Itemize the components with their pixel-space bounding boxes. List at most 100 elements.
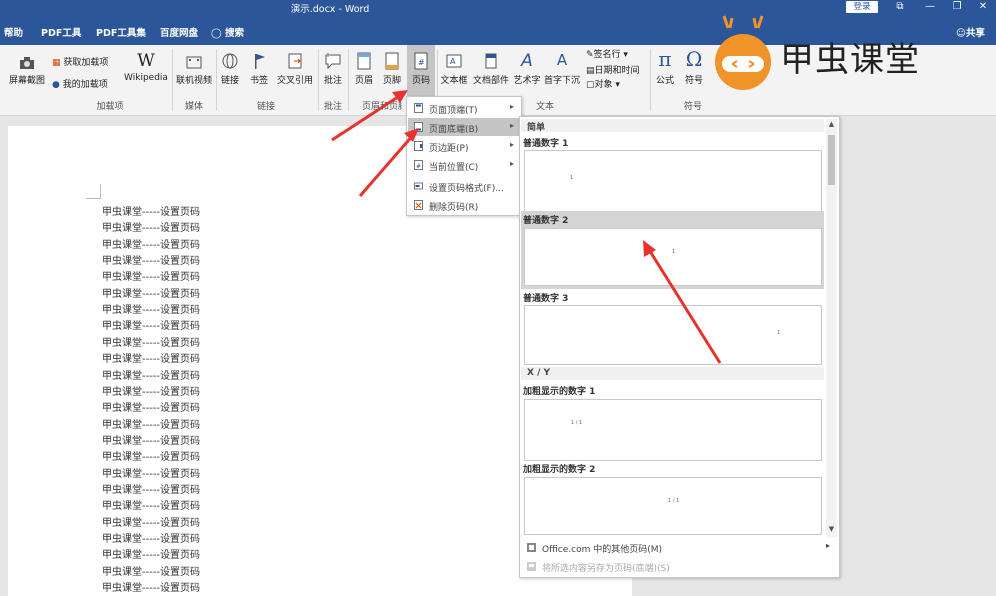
header-button[interactable]: 页眉 (352, 51, 376, 86)
document-line: 甲虫课堂-----设置页码 (102, 305, 201, 317)
page-number-sample: 1 (777, 330, 781, 336)
datetime-button[interactable]: ▤日期和时间 (586, 63, 640, 76)
screenshot-button[interactable]: 屏幕截图 (4, 51, 50, 86)
cross-reference-button[interactable]: 交叉引用 (274, 51, 316, 86)
menu-item-page-margins[interactable]: 页边距(P) ▸ (408, 137, 520, 155)
dropcap-button[interactable]: A 首字下沉 (543, 51, 581, 86)
menu-item-format-page-numbers[interactable]: 设置页码格式(F)... (408, 177, 520, 195)
tab-baidu-netdisk[interactable]: 百度网盘 (160, 25, 198, 39)
header-icon (357, 52, 371, 70)
my-addins-label: 我的加载项 (62, 80, 108, 90)
symbol-label: 符号 (684, 76, 703, 86)
film-icon (186, 56, 202, 69)
wordart-icon: A (521, 51, 533, 71)
menu-item-current-position[interactable]: # 当前位置(C) ▸ (408, 156, 520, 174)
gallery-item-title: 加粗显示的数字 2 (523, 465, 596, 475)
close-icon[interactable]: ✕ (968, 0, 996, 15)
person-icon: ☺ (956, 28, 966, 39)
comment-button[interactable]: 批注 (320, 51, 346, 86)
tab-pdf-tools[interactable]: PDF工具 (41, 25, 81, 39)
group-label-addins: 加载项 (96, 102, 124, 112)
page-margin-icon (414, 141, 423, 151)
signature-icon: ✎ (586, 50, 594, 60)
tab-help[interactable]: 帮助 (4, 25, 23, 39)
header-label: 页眉 (354, 76, 373, 86)
svg-text:#: # (416, 163, 421, 170)
get-addins-button[interactable]: ▦ 获取加载项 (52, 55, 108, 68)
wikipedia-label: Wikipedia (124, 73, 168, 83)
menu-item-top-of-page[interactable]: 页面顶端(T) ▸ (408, 99, 520, 117)
wikipedia-icon: W (137, 51, 155, 71)
more-page-numbers-office[interactable]: Office.com 中的其他页码(M) ▸ (522, 538, 836, 557)
login-button[interactable]: 登录 (846, 1, 878, 13)
gallery-scrollbar[interactable]: ▲ ▼ (826, 119, 837, 537)
group-label-symbols: 符号 (683, 102, 702, 112)
gallery-item-plain-number-3[interactable]: 1 (524, 305, 822, 365)
lightbulb-icon: ◯ (211, 28, 222, 39)
store-icon: ▦ (52, 58, 61, 68)
addins-icon: ● (52, 80, 60, 90)
object-label: 对象 (594, 80, 613, 90)
globe-link-icon (222, 53, 238, 69)
document-line: 甲虫课堂-----设置页码 (102, 435, 201, 447)
watermark-logo: 甲虫课堂 (710, 14, 930, 94)
symbol-button[interactable]: Ω 符号 (681, 47, 707, 86)
object-button[interactable]: ▢对象 ▾ (586, 77, 620, 90)
save-selection-to-gallery: 将所选内容另存为页码(底端)(S) (522, 557, 836, 576)
calendar-icon: ▤ (586, 66, 595, 76)
document-line: 甲虫课堂-----设置页码 (102, 534, 201, 545)
document-line: 甲虫课堂-----设置页码 (102, 452, 201, 464)
scroll-up-icon[interactable]: ▲ (828, 120, 835, 128)
gallery-item-bold-number-1[interactable]: 1 / 1 (524, 399, 822, 461)
wikipedia-button[interactable]: W Wikipedia (122, 51, 170, 83)
online-video-button[interactable]: 联机视频 (174, 51, 214, 86)
menu-item-bottom-of-page[interactable]: 页面底端(B) ▸ (408, 118, 520, 136)
document-line: 甲虫课堂-----设置页码 (102, 550, 201, 562)
search-tab[interactable]: ◯ 搜索 (211, 25, 244, 39)
page-number-label: 页码 (411, 76, 430, 86)
gallery-item-title: 普通数字 2 (523, 216, 569, 226)
gallery-item-title: 普通数字 3 (523, 294, 569, 304)
page-number-menu: 页面顶端(T) ▸ 页面底端(B) ▸ 页边距(P) ▸ # 当前位置(C) ▸ 设置页… (406, 96, 522, 216)
wordart-button[interactable]: A 艺术字 (512, 51, 542, 86)
gallery-item-bold-number-2[interactable]: 1 / 1 (524, 477, 822, 535)
group-label-header-footer: 页眉和页脚 (362, 102, 402, 112)
submenu-arrow-icon: ▸ (509, 140, 514, 149)
bookmark-flag-icon (255, 54, 265, 69)
group-label-links: 链接 (256, 102, 275, 112)
gallery-item-plain-number-2[interactable]: 1 (524, 228, 822, 286)
scrollbar-thumb[interactable] (828, 135, 835, 185)
menu-item-remove-page-numbers[interactable]: 删除页码(R) (408, 196, 520, 214)
camera-icon (20, 57, 34, 69)
share-label: 共享 (965, 28, 985, 39)
document-line: 甲虫课堂-----设置页码 (102, 583, 201, 595)
gallery-item-title: 加粗显示的数字 1 (523, 387, 596, 397)
document-line: 甲虫课堂-----设置页码 (102, 239, 201, 251)
cross-reference-label: 交叉引用 (276, 76, 313, 86)
footer-button[interactable]: 页脚 (380, 51, 404, 86)
title-bar: 演示.docx - Word 登录 ⧉ — ❐ ✕ (0, 0, 996, 15)
link-button[interactable]: 链接 (218, 51, 242, 86)
document-line: 甲虫课堂-----设置页码 (102, 321, 201, 333)
ribbon-display-options-icon[interactable]: ⧉ (885, 0, 915, 15)
share-button[interactable]: ☺共享 (956, 25, 985, 39)
bookmark-button[interactable]: 书签 (246, 51, 272, 86)
document-line: 甲虫课堂-----设置页码 (102, 517, 201, 529)
section-header-xy: X / Y (521, 367, 824, 380)
equation-button[interactable]: π 公式 (652, 47, 678, 86)
gallery-item-plain-number-1[interactable]: 1 (524, 150, 822, 214)
signature-line-button[interactable]: ✎签名行 ▾ (586, 47, 628, 60)
minimize-icon[interactable]: — (915, 0, 945, 15)
group-label-media: 媒体 (184, 102, 203, 112)
tab-pdf-toolset[interactable]: PDF工具集 (96, 25, 146, 39)
quick-parts-button[interactable]: 文档部件 (471, 51, 511, 86)
page-top-icon (414, 103, 423, 113)
page-number-button[interactable]: # 页码 (407, 45, 435, 103)
bookmark-label: 书签 (249, 76, 268, 86)
my-addins-button[interactable]: ● 我的加载项 (52, 77, 108, 90)
datetime-label: 日期和时间 (594, 66, 640, 76)
document-line: 甲虫课堂-----设置页码 (102, 419, 201, 431)
scroll-down-icon[interactable]: ▼ (828, 525, 835, 533)
document-line: 甲虫课堂-----设置页码 (102, 468, 201, 480)
textbox-button[interactable]: A 文本框 (439, 51, 469, 86)
